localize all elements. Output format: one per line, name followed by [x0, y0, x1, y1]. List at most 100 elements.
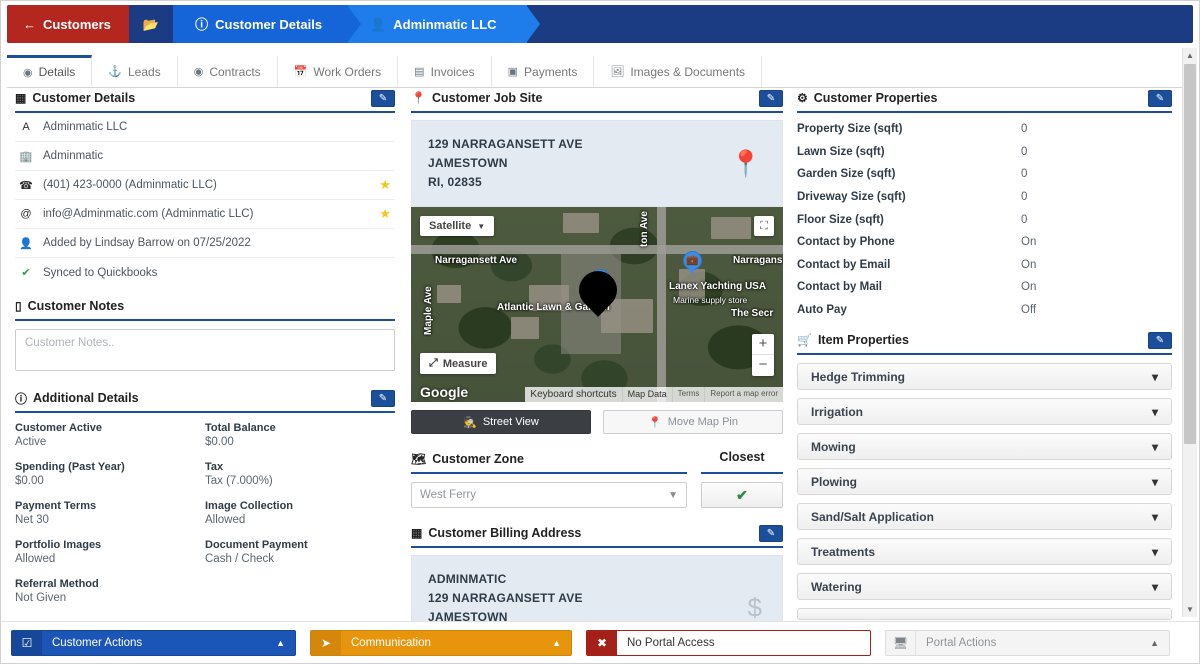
- closest-toggle-button[interactable]: ✔: [701, 482, 783, 508]
- map-building: [563, 213, 599, 233]
- move-map-pin-button[interactable]: 📍 Move Map Pin: [603, 410, 783, 434]
- move-map-pin-label: Move Map Pin: [668, 416, 738, 428]
- field-label: Portfolio Images: [15, 539, 205, 551]
- chevron-down-icon: ▾: [1152, 510, 1158, 524]
- accordion-label: Plowing: [811, 475, 857, 489]
- edit-billing-address-button[interactable]: ✎: [759, 525, 783, 542]
- tab-invoices[interactable]: ▤ Invoices: [398, 56, 491, 87]
- customer-properties-list: Property Size (sqft) 0 Lawn Size (sqft) …: [797, 118, 1172, 321]
- info-circle-icon: ⓘ: [195, 18, 208, 31]
- map-zoom-in-button[interactable]: +: [752, 334, 774, 355]
- primary-star-icon[interactable]: ★: [379, 206, 391, 222]
- tab-leads[interactable]: ⚓ Leads: [92, 56, 177, 87]
- additional-details-title: Additional Details: [33, 391, 139, 405]
- keyboard-shortcuts-link[interactable]: Keyboard shortcuts: [525, 387, 621, 402]
- customer-zone-row: 🗺 Customer Zone West Ferry ▼ Closest ✔: [411, 450, 783, 508]
- map-road-horizontal: [411, 245, 783, 254]
- tab-details[interactable]: ◉ Details: [7, 55, 92, 86]
- customer-notes-input[interactable]: Customer Notes..: [15, 329, 395, 371]
- property-label: Contact by Email: [797, 259, 1021, 271]
- map-data-link[interactable]: Map Data: [622, 387, 672, 402]
- accordion-item-plowing[interactable]: Plowing ▾: [797, 468, 1172, 495]
- street-view-button[interactable]: 🕵 Street View: [411, 410, 591, 434]
- detail-text: Added by Lindsay Barrow on 07/25/2022: [43, 237, 251, 249]
- folder-open-icon: 📂: [143, 18, 159, 31]
- tab-work-orders[interactable]: 📅 Work Orders: [278, 56, 399, 87]
- report-map-error-link[interactable]: Report a map error: [704, 387, 783, 402]
- accordion-item-mowing[interactable]: Mowing ▾: [797, 433, 1172, 460]
- map-fullscreen-button[interactable]: ⛶: [754, 216, 774, 236]
- property-value: 0: [1021, 123, 1027, 135]
- paper-plane-icon: ➤: [311, 631, 341, 655]
- scrollbar-thumb[interactable]: [1184, 64, 1196, 444]
- tab-label: Contracts: [209, 65, 260, 79]
- map-label-business: Lanex Yachting USA: [669, 281, 766, 292]
- map-label-business: The Secr: [731, 308, 773, 319]
- accordion-item-hedge-trimming[interactable]: Hedge Trimming ▾: [797, 363, 1172, 390]
- map-type-selector[interactable]: Satellite ▼: [420, 216, 494, 236]
- map-marker-icon: 📍: [648, 416, 662, 429]
- address-line: 129 NARRAGANSETT AVE: [428, 589, 766, 608]
- chevron-down-icon: ▾: [1152, 545, 1158, 559]
- map-zoom-out-button[interactable]: −: [752, 355, 774, 376]
- customer-actions-button[interactable]: ☑ Customer Actions ▲: [11, 630, 296, 656]
- property-label: Contact by Mail: [797, 281, 1021, 293]
- edit-customer-properties-button[interactable]: ✎: [1148, 90, 1172, 107]
- job-site-map[interactable]: Narragansett Ave Narragans Maple Ave ton…: [411, 207, 783, 402]
- detail-row-phone[interactable]: ☎ (401) 423-0000 (Adminmatic LLC) ★: [15, 171, 395, 200]
- detail-text: info@Adminmatic.com (Adminmatic LLC): [43, 208, 253, 220]
- map-zoom-controls[interactable]: + −: [752, 334, 774, 376]
- phone-icon: ☎: [19, 179, 33, 192]
- vertical-scrollbar[interactable]: ▲ ▼: [1182, 48, 1197, 617]
- accordion-item-treatments[interactable]: Treatments ▾: [797, 538, 1172, 565]
- accordion-item-sand-salt-application[interactable]: Sand/Salt Application ▾: [797, 503, 1172, 530]
- address-line: 129 NARRAGANSETT AVE: [428, 135, 766, 154]
- scroll-down-arrow[interactable]: ▼: [1183, 602, 1197, 617]
- edit-customer-details-button[interactable]: ✎: [371, 90, 395, 107]
- invoice-icon: ▤: [414, 65, 424, 78]
- terms-link[interactable]: Terms: [672, 387, 705, 402]
- image-icon: 🖼: [610, 65, 624, 78]
- detail-text: Adminmatic: [43, 150, 103, 162]
- property-label: Driveway Size (sqft): [797, 191, 1021, 203]
- portal-actions-button[interactable]: 🖥 Portal Actions ▲: [885, 630, 1170, 656]
- breadcrumb-item-adminmatic-llc[interactable]: 👤 Adminmatic LLC: [348, 5, 526, 43]
- tab-images-documents[interactable]: 🖼 Images & Documents: [594, 56, 762, 87]
- customer-zone-value: West Ferry: [420, 489, 476, 501]
- customer-details-page: ← Customers 📂 ⓘ Customer Details 👤 Admin…: [0, 0, 1200, 664]
- detail-row-email[interactable]: @ info@Adminmatic.com (Adminmatic LLC) ★: [15, 200, 395, 229]
- communication-button[interactable]: ➤ Communication ▲: [310, 630, 572, 656]
- detail-text: (401) 423-0000 (Adminmatic LLC): [43, 179, 217, 191]
- tab-payments[interactable]: ▣ Payments: [492, 56, 595, 87]
- detail-row-name: A Adminmatic LLC: [15, 113, 395, 142]
- back-to-customers-button[interactable]: ← Customers: [7, 5, 129, 43]
- scroll-up-arrow[interactable]: ▲: [1183, 48, 1197, 63]
- map-poi-pin[interactable]: 💼: [683, 251, 702, 276]
- breadcrumb-item-customer-details[interactable]: ⓘ Customer Details: [173, 5, 348, 43]
- edit-additional-details-button[interactable]: ✎: [371, 390, 395, 407]
- edit-job-site-button[interactable]: ✎: [759, 90, 783, 107]
- property-value: On: [1021, 259, 1036, 271]
- handshake-icon: ◉: [194, 65, 204, 78]
- job-site-address: 129 NARRAGANSETT AVE JAMESTOWN RI, 02835…: [411, 120, 783, 207]
- customer-zone-select[interactable]: West Ferry ▼: [411, 482, 687, 508]
- edit-item-properties-button[interactable]: ✎: [1148, 332, 1172, 349]
- section-title: 📍 Customer Job Site: [411, 91, 542, 105]
- field-total-balance: Total Balance $0.00: [205, 422, 395, 448]
- accordion-item-partial[interactable]: [797, 608, 1172, 620]
- right-column: ⚙ Customer Properties ✎ Property Size (s…: [797, 89, 1172, 621]
- accordion-item-irrigation[interactable]: Irrigation ▾: [797, 398, 1172, 425]
- building-icon: 🏢: [19, 150, 33, 163]
- tab-contracts[interactable]: ◉ Contracts: [178, 56, 278, 87]
- field-value: Not Given: [15, 592, 205, 604]
- map-label-street: ton Ave: [639, 211, 650, 247]
- property-row: Contact by Email On: [797, 254, 1172, 277]
- additional-details-header: ⓘ Additional Details ✎: [15, 389, 395, 413]
- folder-open-button[interactable]: 📂: [129, 5, 173, 43]
- property-value: 0: [1021, 214, 1027, 226]
- portal-status-badge[interactable]: ✖ No Portal Access: [586, 630, 871, 656]
- primary-star-icon[interactable]: ★: [379, 177, 391, 193]
- detail-row-company: 🏢 Adminmatic: [15, 142, 395, 171]
- map-measure-button[interactable]: ⤢ Measure: [420, 353, 496, 374]
- accordion-item-watering[interactable]: Watering ▾: [797, 573, 1172, 600]
